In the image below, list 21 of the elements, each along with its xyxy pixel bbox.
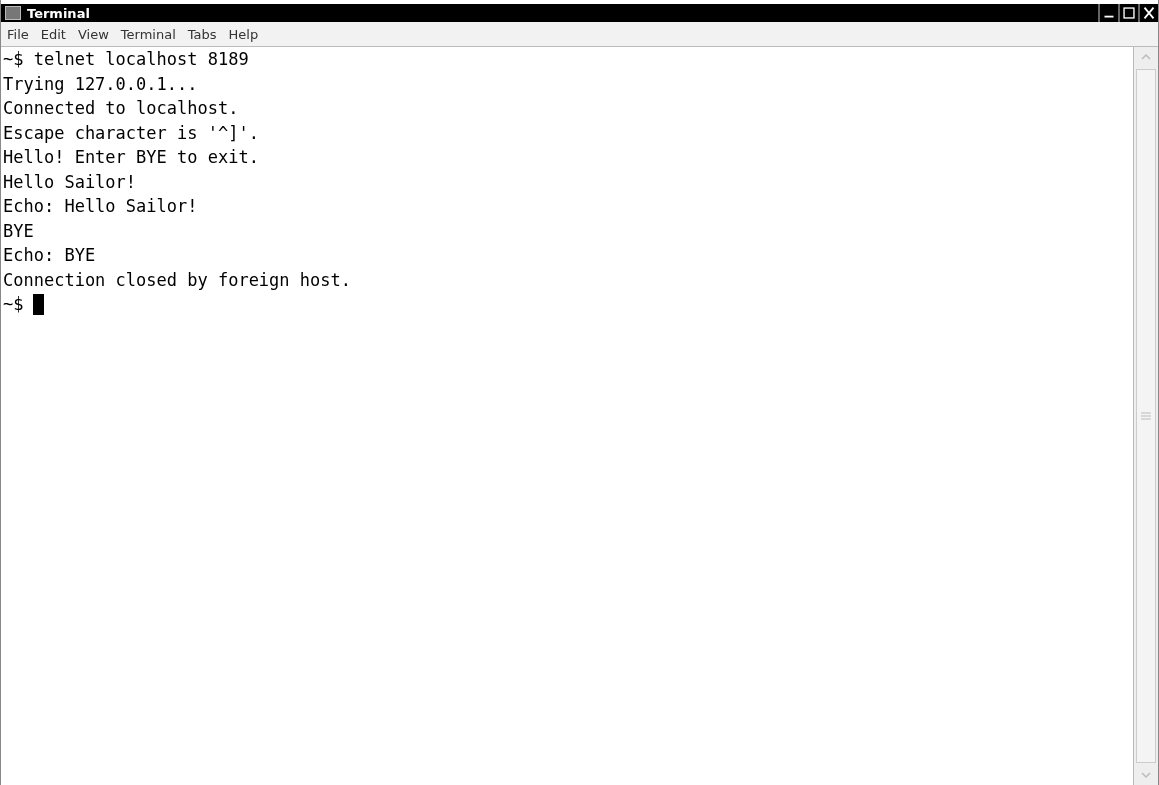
window-title: Terminal: [27, 5, 91, 21]
menu-item[interactable]: Edit: [40, 24, 66, 44]
terminal-line: Escape character is '^]'.: [3, 121, 259, 145]
terminal-line: ~$ telnet localhost 8189: [3, 48, 249, 71]
window-icon: [5, 6, 21, 20]
terminal-line: Echo: BYE: [3, 244, 96, 267]
terminal-line: Hello! Enter BYE to exit.: [3, 146, 259, 169]
terminal-line: Connected to localhost.: [3, 97, 239, 120]
terminal-line: BYE: [3, 219, 34, 243]
grip-icon: [1141, 412, 1151, 420]
menu-item[interactable]: Tabs: [187, 24, 217, 44]
terminal-line: Echo: Hello Sailor!: [3, 195, 198, 218]
menu-item[interactable]: Terminal: [120, 24, 176, 44]
menu-item[interactable]: View: [77, 24, 109, 44]
terminal-line: Hello Sailor!: [3, 170, 137, 194]
terminal-prompt: ~$: [3, 293, 24, 316]
terminal-line: Trying 127.0.0.1...: [3, 72, 198, 96]
terminal-line: Connection closed by foreign host.: [3, 268, 351, 292]
text-cursor: [33, 293, 45, 315]
menu-item[interactable]: Help: [228, 24, 259, 44]
menu-item[interactable]: File: [7, 24, 29, 44]
